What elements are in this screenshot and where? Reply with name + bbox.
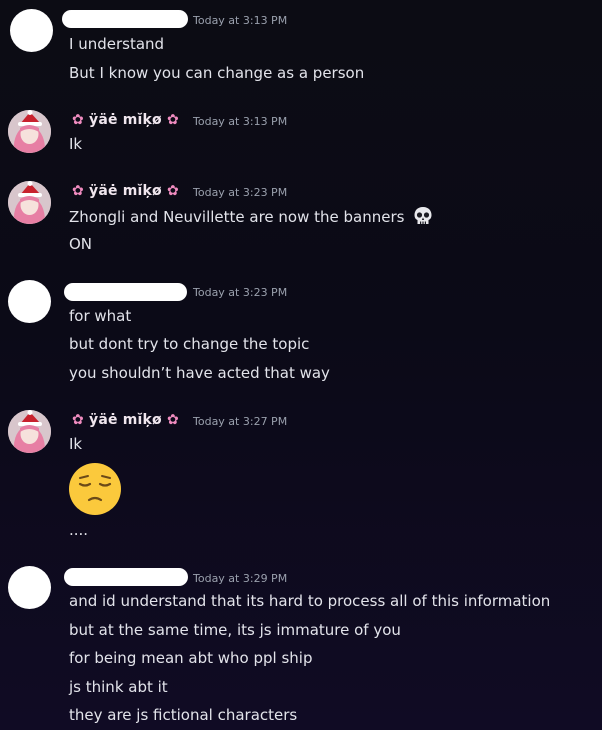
message-text: for what <box>69 307 132 325</box>
message-text: you shouldn’t have acted that way <box>69 364 330 382</box>
message-text: they are js fictional characters <box>69 706 298 724</box>
message-timestamp: Today at 3:27 PM <box>193 415 288 428</box>
message-text: but at the same time, its js immature of… <box>69 621 401 639</box>
redacted-username[interactable] <box>62 10 188 28</box>
message-text: and id understand that its hard to proce… <box>69 592 551 610</box>
redacted-username[interactable] <box>64 283 187 301</box>
message-text: but dont try to change the topic <box>69 335 310 353</box>
redacted-username[interactable] <box>64 568 188 586</box>
message-timestamp: Today at 3:13 PM <box>193 115 288 128</box>
message-text: Ik <box>69 135 83 153</box>
avatar[interactable] <box>8 410 51 453</box>
cherry-blossom-icon: ✿ <box>166 412 179 428</box>
message-text: js think abt it <box>69 678 168 696</box>
username[interactable]: ✿ ÿäė mĭķø ✿ <box>72 112 179 128</box>
anime-avatar-icon <box>8 110 51 153</box>
cherry-blossom-icon: ✿ <box>72 112 84 128</box>
message-timestamp: Today at 3:23 PM <box>193 186 288 199</box>
message-text: I understand <box>69 35 165 53</box>
cherry-blossom-icon: ✿ <box>72 183 84 199</box>
username[interactable]: ✿ ÿäė mĭķø ✿ <box>72 412 179 428</box>
anime-avatar-icon <box>8 181 51 224</box>
avatar[interactable] <box>8 280 51 323</box>
message-timestamp: Today at 3:29 PM <box>193 572 288 585</box>
avatar[interactable] <box>8 566 51 609</box>
anime-avatar-icon <box>8 410 51 453</box>
message-timestamp: Today at 3:13 PM <box>193 14 288 27</box>
message-text: .... <box>69 521 89 539</box>
pensive-face-icon <box>69 463 121 515</box>
message-text: ON <box>69 235 93 253</box>
message-text: Zhongli and Neuvillette are now the bann… <box>69 205 434 227</box>
username[interactable]: ✿ ÿäė mĭķø ✿ <box>72 183 179 199</box>
message-timestamp: Today at 3:23 PM <box>193 286 288 299</box>
cherry-blossom-icon: ✿ <box>166 183 179 199</box>
avatar[interactable] <box>8 110 51 153</box>
message-text: for being mean abt who ppl ship <box>69 649 313 667</box>
message-text-content: Zhongli and Neuvillette are now the bann… <box>69 208 405 226</box>
skull-icon <box>414 207 432 224</box>
message-text: But I know you can change as a person <box>69 64 365 82</box>
cherry-blossom-icon: ✿ <box>166 112 179 128</box>
cherry-blossom-icon: ✿ <box>72 412 84 428</box>
avatar[interactable] <box>8 181 51 224</box>
message-text: Ik <box>69 435 83 453</box>
avatar[interactable] <box>10 9 53 52</box>
